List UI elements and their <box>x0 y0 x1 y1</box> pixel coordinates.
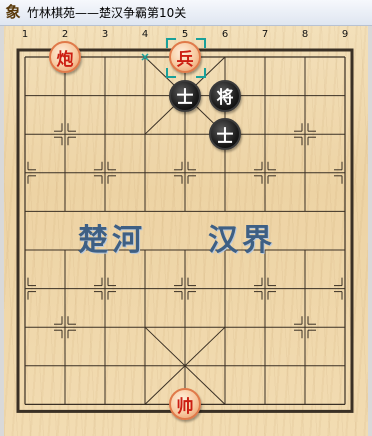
window-title: 竹林棋苑——楚汉争霸第10关 <box>27 6 187 20</box>
black-advisor-2-piece[interactable]: 士 <box>209 118 241 151</box>
column-label: 2 <box>61 29 69 40</box>
column-label: 6 <box>221 29 229 40</box>
selection-corner <box>196 38 206 48</box>
selection-corner <box>196 68 206 78</box>
xiangqi-board[interactable]: 123456789 楚河 汉界 炮兵士将士帅 <box>4 26 368 436</box>
selection-marker <box>166 38 206 78</box>
column-label: 9 <box>341 29 349 40</box>
red-cannon-piece[interactable]: 炮 <box>49 41 81 73</box>
title-bar: 象 竹林棋苑——楚汉争霸第10关 <box>0 0 372 26</box>
black-general-piece[interactable]: 将 <box>209 79 241 112</box>
column-label: 1 <box>21 29 29 40</box>
river-label-chu-he: 楚河 <box>78 223 146 258</box>
selection-corner <box>166 68 176 78</box>
column-label: 4 <box>141 29 149 40</box>
river-label-han-jie: 汉界 <box>208 223 276 258</box>
xiangqi-app-icon[interactable]: 象 <box>4 3 22 21</box>
column-label: 3 <box>101 29 109 40</box>
selection-corner <box>166 38 176 48</box>
black-advisor-1-piece[interactable]: 士 <box>169 79 201 112</box>
column-label: 8 <box>301 29 309 40</box>
column-label: 7 <box>261 29 269 40</box>
